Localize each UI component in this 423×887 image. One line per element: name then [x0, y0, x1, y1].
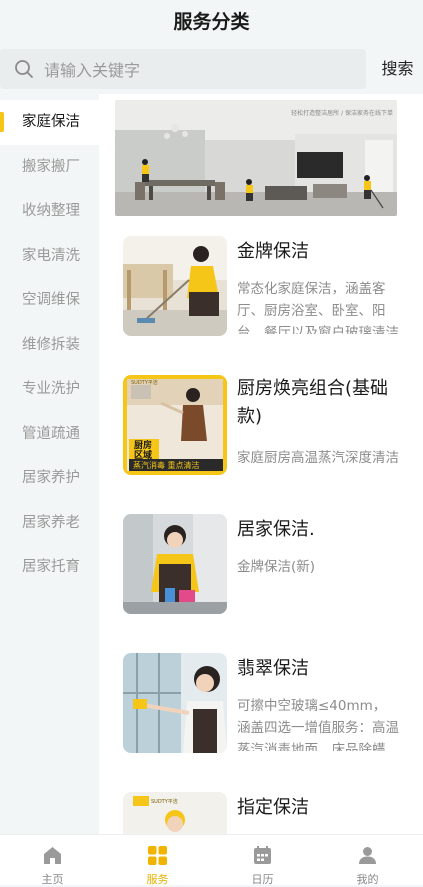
sidebar-item-repair[interactable]: 维修拆装: [0, 323, 99, 368]
search-button[interactable]: 搜索: [372, 49, 423, 89]
service-thumbnail: [123, 236, 227, 336]
sidebar-item-laundry[interactable]: 专业洗护: [0, 367, 99, 412]
brand-logo: SUDTY平洁: [131, 380, 158, 386]
service-description: 常态化家庭保洁，涵盖客厅、厨房浴室、卧室、阳台、餐厅以及窗户玻璃清洁: [237, 281, 399, 334]
service-description: 金牌保洁(新): [237, 559, 316, 575]
service-title: 居家保洁.: [237, 519, 315, 540]
sidebar-item-elderly-care[interactable]: 居家养老: [0, 501, 99, 546]
tab-label: 日历: [251, 873, 274, 886]
tab-profile[interactable]: 我的: [315, 835, 420, 886]
sidebar-item-home-maintenance[interactable]: 居家养护: [0, 456, 99, 501]
service-item-home-cleaning[interactable]: 居家保洁. 金牌保洁(新): [123, 514, 403, 624]
tab-calendar[interactable]: 日历: [210, 835, 315, 886]
service-item-kitchen-combo[interactable]: 厨房 区域 蒸汽消毒 重点清洁 SUDTY平洁 厨房焕亮组合(基础款) 家庭厨房…: [123, 375, 403, 485]
service-list: 轻松打造整洁居所 / 保洁家务在线下单 金牌保洁 常态化家庭保洁，涵盖客厅、厨房…: [99, 94, 423, 834]
sidebar-item-pipe-unclog[interactable]: 管道疏通: [0, 412, 99, 457]
service-item-jade-cleaning[interactable]: 翡翠保洁 可擦中空玻璃≤40mm，涵盖四选一增值服务：高温蒸汽消毒地面、床品除螨…: [123, 653, 403, 763]
grid-icon: [148, 846, 167, 865]
calendar-icon: [254, 846, 271, 864]
tab-label: 我的: [356, 873, 379, 886]
service-item-gold-cleaning[interactable]: 金牌保洁 常态化家庭保洁，涵盖客厅、厨房浴室、卧室、阳台、餐厅以及窗户玻璃清洁: [123, 236, 403, 346]
living-room-illustration: [115, 100, 397, 216]
home-icon: [44, 847, 61, 864]
sidebar-item-home-cleaning[interactable]: 家庭保洁: [0, 100, 99, 145]
service-title: 翡翠保洁: [237, 658, 309, 679]
category-sidebar: 家庭保洁 搬家搬厂 收纳整理 家电清洗 空调维保 维修拆装 专业洗护 管道疏通 …: [0, 100, 99, 834]
service-title: 厨房焕亮组合(基础款): [237, 378, 389, 427]
page-title: 服务分类: [0, 0, 423, 44]
service-description: 可擦中空玻璃≤40mm，涵盖四选一增值服务：高温蒸汽消毒地面、床品除螨、深层清洁: [237, 698, 399, 751]
search-icon: [15, 60, 33, 78]
service-thumbnail: SUDTY平洁: [123, 792, 227, 834]
search-bar: 搜索: [0, 44, 423, 94]
tab-label: 服务: [146, 873, 169, 886]
kitchen-area-badge: 厨房 区域: [133, 441, 152, 461]
steam-disinfection-tag: 蒸汽消毒 重点清洁: [133, 461, 200, 470]
sidebar-item-ac-maintenance[interactable]: 空调维保: [0, 278, 99, 323]
banner-image[interactable]: 轻松打造整洁居所 / 保洁家务在线下单: [115, 100, 397, 216]
service-thumbnail: 厨房 区域 蒸汽消毒 重点清洁 SUDTY平洁: [123, 375, 227, 475]
tab-services[interactable]: 服务: [105, 835, 210, 886]
sidebar-item-moving[interactable]: 搬家搬厂: [0, 145, 99, 190]
search-box[interactable]: [0, 49, 366, 91]
bottom-tab-bar: 主页 服务 日历 我的: [0, 834, 423, 886]
banner-caption: 轻松打造整洁居所 / 保洁家务在线下单: [291, 110, 393, 117]
sidebar-item-appliance-cleaning[interactable]: 家电清洗: [0, 234, 99, 279]
user-icon: [359, 847, 376, 864]
tab-label: 主页: [41, 873, 64, 886]
tab-home[interactable]: 主页: [0, 835, 105, 886]
search-input[interactable]: [42, 49, 346, 91]
service-item-designated-cleaning[interactable]: SUDTY平洁 指定保洁: [123, 792, 403, 834]
brand-logo: SUDTY平洁: [151, 799, 178, 805]
service-title: 金牌保洁: [237, 241, 309, 262]
service-thumbnail: [123, 514, 227, 614]
sidebar-item-organizing[interactable]: 收纳整理: [0, 189, 99, 234]
service-thumbnail: [123, 653, 227, 753]
sidebar-item-child-care[interactable]: 居家托育: [0, 545, 99, 590]
service-title: 指定保洁: [237, 797, 309, 818]
service-description: 家庭厨房高温蒸汽深度清洁: [237, 450, 399, 466]
